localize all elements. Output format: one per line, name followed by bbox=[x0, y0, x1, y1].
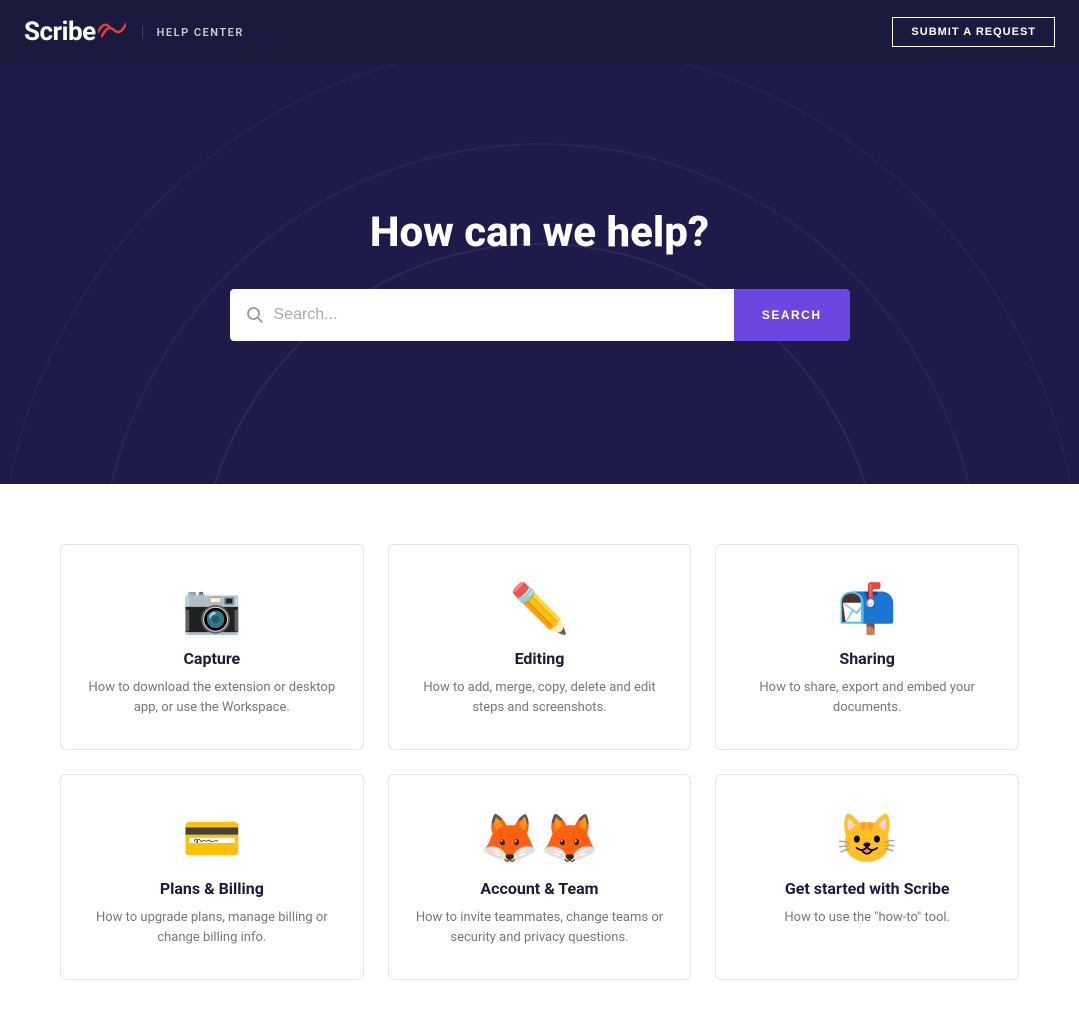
logo-icon bbox=[98, 17, 126, 35]
topic-card[interactable]: 🦊🦊 Account & Team How to invite teammate… bbox=[388, 774, 692, 980]
card-icon: 🦊🦊 bbox=[480, 815, 600, 863]
card-title: Plans & Billing bbox=[160, 879, 264, 898]
help-center-label: HELP CENTER bbox=[142, 26, 244, 39]
card-description: How to share, export and embed your docu… bbox=[740, 678, 994, 717]
submit-request-button[interactable]: SUBMIT A REQUEST bbox=[892, 17, 1055, 47]
search-input-wrap bbox=[230, 289, 734, 341]
card-icon: 😺 bbox=[837, 815, 897, 863]
topic-card[interactable]: 💳 Plans & Billing How to upgrade plans, … bbox=[60, 774, 364, 980]
topic-card[interactable]: ✏️ Editing How to add, merge, copy, dele… bbox=[388, 544, 692, 750]
search-row: SEARCH bbox=[230, 289, 850, 341]
hero-decoration bbox=[0, 64, 1079, 484]
card-icon: 💳 bbox=[182, 815, 242, 863]
card-icon: ✏️ bbox=[510, 585, 570, 633]
card-description: How to add, merge, copy, delete and edit… bbox=[413, 678, 667, 717]
cards-grid: 📷 Capture How to download the extension … bbox=[60, 544, 1019, 980]
topic-card[interactable]: 😺 Get started with Scribe How to use the… bbox=[715, 774, 1019, 980]
card-icon: 📬 bbox=[837, 585, 897, 633]
logo-text: Scribe bbox=[24, 17, 126, 47]
card-title: Account & Team bbox=[480, 879, 598, 898]
header-left: Scribe HELP CENTER bbox=[24, 17, 244, 47]
card-title: Capture bbox=[183, 649, 240, 668]
card-icon: 📷 bbox=[182, 585, 242, 633]
card-title: Get started with Scribe bbox=[785, 879, 950, 898]
search-input[interactable] bbox=[274, 306, 718, 324]
card-description: How to upgrade plans, manage billing or … bbox=[85, 908, 339, 947]
card-description: How to download the extension or desktop… bbox=[85, 678, 339, 717]
search-icon bbox=[246, 306, 264, 324]
card-title: Sharing bbox=[839, 649, 895, 668]
search-button[interactable]: SEARCH bbox=[734, 289, 850, 341]
topic-card[interactable]: 📷 Capture How to download the extension … bbox=[60, 544, 364, 750]
hero-section: How can we help? SEARCH bbox=[0, 64, 1079, 484]
card-title: Editing bbox=[515, 649, 565, 668]
card-description: How to invite teammates, change teams or… bbox=[413, 908, 667, 947]
header: Scribe HELP CENTER SUBMIT A REQUEST bbox=[0, 0, 1079, 64]
card-description: How to use the "how-to" tool. bbox=[784, 908, 950, 928]
hero-title: How can we help? bbox=[370, 208, 709, 257]
cards-section: 📷 Capture How to download the extension … bbox=[0, 484, 1079, 1020]
topic-card[interactable]: 📬 Sharing How to share, export and embed… bbox=[715, 544, 1019, 750]
